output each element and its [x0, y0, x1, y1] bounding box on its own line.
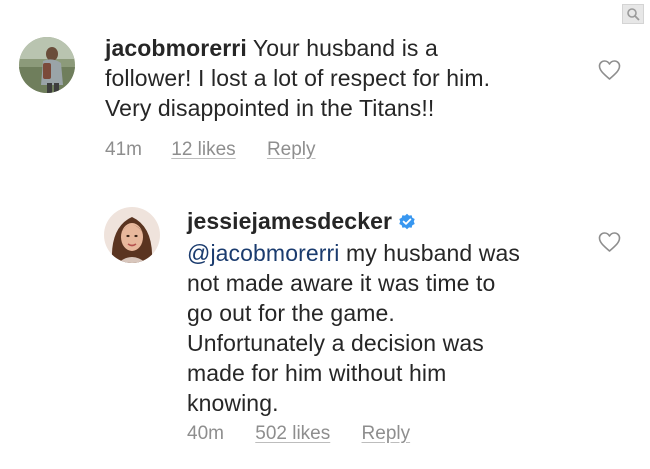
- comment-text-line: made for him without him: [187, 360, 447, 386]
- comment-text-line: Very disappointed in the Titans!!: [105, 95, 435, 121]
- comment-text-line: go out for the game.: [187, 300, 395, 326]
- comment-text-line: knowing.: [187, 390, 279, 416]
- heart-icon[interactable]: [597, 231, 622, 258]
- comment-text-line: Unfortunately a decision was: [187, 330, 484, 356]
- comment-text-line: Your husband is a: [246, 35, 438, 61]
- reply-button[interactable]: Reply: [362, 423, 411, 445]
- comment-text: jacobmorerri Your husband is a follower!…: [105, 33, 585, 123]
- comment-meta: 41m 12 likes Reply: [105, 139, 316, 161]
- username-link[interactable]: jacobmorerri: [105, 35, 247, 61]
- reply-button[interactable]: Reply: [267, 139, 316, 161]
- mention-link[interactable]: @jacobmorerri: [187, 240, 339, 266]
- comment-jessiejamesdecker: jessiejamesdecker @jacobmorerri my husba…: [0, 175, 650, 469]
- comment-jacobmorerri: jacobmorerri Your husband is a follower!…: [0, 0, 650, 175]
- comment-text-line: follower! I lost a lot of respect for hi…: [105, 65, 491, 91]
- avatar[interactable]: [19, 37, 75, 93]
- comment-meta: 40m 502 likes Reply: [187, 423, 410, 445]
- comment-text-line: my husband was: [339, 240, 520, 266]
- username-link[interactable]: jessiejamesdecker: [187, 208, 392, 234]
- likes-link[interactable]: 12 likes: [171, 139, 235, 161]
- heart-icon[interactable]: [597, 59, 622, 86]
- comment-thread: jacobmorerri Your husband is a follower!…: [0, 0, 650, 469]
- avatar[interactable]: [104, 207, 160, 263]
- comment-timestamp: 40m: [187, 423, 224, 444]
- likes-link[interactable]: 502 likes: [255, 423, 330, 445]
- comment-text: jessiejamesdecker @jacobmorerri my husba…: [187, 206, 587, 418]
- comment-text-line: not made aware it was time to: [187, 270, 496, 296]
- verified-badge-icon: [398, 208, 416, 238]
- comment-timestamp: 41m: [105, 139, 142, 160]
